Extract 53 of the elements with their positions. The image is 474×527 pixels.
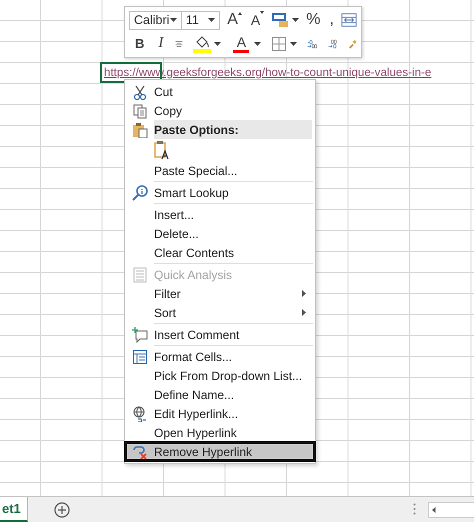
caret-icon[interactable]: [292, 18, 300, 22]
fill-color-icon[interactable]: [193, 34, 212, 53]
merge-center-icon[interactable]: [340, 12, 357, 28]
caret-icon[interactable]: [214, 42, 222, 46]
menu-item[interactable]: Sort: [125, 303, 315, 322]
globe-link-icon: [132, 406, 148, 422]
menu-item[interactable]: Insert Comment: [125, 325, 315, 344]
clipboard-icon: [132, 122, 148, 138]
menu-section-header: Paste Options:: [154, 120, 312, 139]
format-button[interactable]: ,: [328, 12, 336, 28]
grip-icon[interactable]: [413, 503, 416, 515]
caret-icon[interactable]: [290, 42, 298, 46]
menu-item[interactable]: Open Hyperlink: [125, 423, 315, 442]
menu-item[interactable]: Insert...: [125, 205, 315, 224]
menu-item[interactable]: Edit Hyperlink...: [125, 404, 315, 423]
comment-icon: [132, 326, 148, 342]
format-cells-icon: [132, 348, 148, 364]
menu-item[interactable]: Copy: [125, 101, 315, 120]
font-name: Calibri: [134, 13, 170, 28]
quick-analysis-icon: [132, 266, 148, 282]
grow-font-button[interactable]: A: [225, 12, 244, 28]
menu-item[interactable]: Clear Contents: [125, 243, 315, 262]
cell-styles-icon[interactable]: [271, 12, 290, 28]
add-sheet-icon[interactable]: [54, 502, 70, 518]
menu-item[interactable]: Pick From Drop-down List...: [125, 366, 315, 385]
menu-item[interactable]: Cut: [125, 82, 315, 101]
remove-link-icon: [132, 444, 148, 460]
menu-item[interactable]: Format Cells...: [125, 347, 315, 366]
scissors-icon: [132, 84, 148, 100]
caret-icon[interactable]: [170, 18, 177, 22]
italic-button[interactable]: I: [156, 36, 166, 52]
search-icon: [132, 184, 148, 200]
format-button[interactable]: %: [304, 12, 322, 28]
bold-button[interactable]: B: [133, 37, 146, 50]
menu-item[interactable]: Filter: [125, 284, 315, 303]
font-size: 11: [186, 13, 199, 28]
font-color-button[interactable]: A: [231, 34, 252, 53]
menu-item[interactable]: Delete...: [125, 224, 315, 243]
font-size-field[interactable]: 11: [180, 10, 220, 30]
paste-text-icon[interactable]: [154, 140, 170, 160]
caret-icon[interactable]: [208, 18, 216, 22]
horizontal-scrollbar[interactable]: [428, 502, 474, 518]
menu-item[interactable]: Paste Special...: [125, 161, 315, 180]
sheet-tab[interactable]: et1: [0, 497, 28, 522]
copy-icon: [132, 102, 148, 118]
shrink-font-button[interactable]: A: [248, 13, 266, 28]
submenu-arrow-icon: [302, 290, 306, 297]
menu-item[interactable]: Define Name...: [125, 385, 315, 404]
menu-item[interactable]: Remove Hyperlink: [125, 442, 315, 461]
menu-item[interactable]: Smart Lookup: [125, 183, 315, 202]
submenu-arrow-icon: [302, 309, 306, 316]
font-name-field[interactable]: Calibri: [129, 10, 182, 30]
caret-icon[interactable]: [254, 42, 262, 46]
